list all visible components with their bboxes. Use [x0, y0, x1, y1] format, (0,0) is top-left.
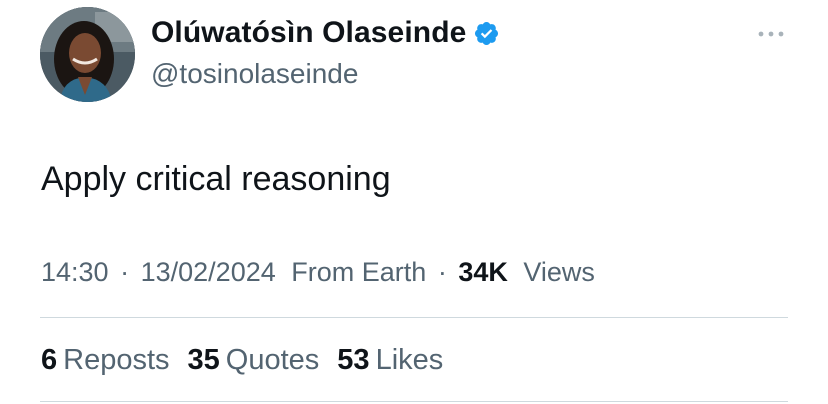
engagement-stats: 6 Reposts 35 Quotes 53 Likes	[41, 341, 461, 379]
quotes-count: 35	[187, 344, 220, 376]
meta-separator: ·	[437, 257, 447, 287]
likes-count: 53	[337, 344, 370, 376]
quotes-stat[interactable]: 35 Quotes	[188, 341, 320, 379]
avatar-image	[40, 7, 135, 102]
author-display-name[interactable]: Olúwatósìn Olaseinde	[151, 14, 466, 52]
tweet-detail: Olúwatósìn Olaseinde @tosinolaseinde App…	[0, 0, 828, 404]
tweet-date[interactable]: 13/02/2024	[141, 257, 276, 287]
author-handle[interactable]: @tosinolaseinde	[151, 56, 358, 92]
divider	[40, 401, 788, 402]
tweet-time[interactable]: 14:30	[41, 257, 109, 287]
reposts-stat[interactable]: 6 Reposts	[41, 341, 170, 379]
tweet-source: From Earth	[291, 257, 427, 287]
likes-label: Likes	[375, 344, 444, 376]
reposts-count: 6	[41, 344, 58, 376]
avatar[interactable]	[40, 7, 135, 102]
views-label: Views	[523, 257, 595, 287]
verified-badge-icon	[473, 20, 500, 47]
divider	[40, 317, 788, 318]
quotes-label: Quotes	[225, 344, 320, 376]
likes-stat[interactable]: 53 Likes	[337, 341, 443, 379]
reposts-label: Reposts	[63, 344, 170, 376]
views-count[interactable]: 34K	[458, 257, 508, 287]
author-name-row: Olúwatósìn Olaseinde	[151, 14, 500, 52]
tweet-text: Apply critical reasoning	[41, 160, 391, 198]
meta-separator: ·	[120, 257, 130, 287]
tweet-meta: 14:30 · 13/02/2024 From Earth · 34K View…	[41, 253, 595, 291]
more-options-icon[interactable]	[754, 22, 788, 46]
